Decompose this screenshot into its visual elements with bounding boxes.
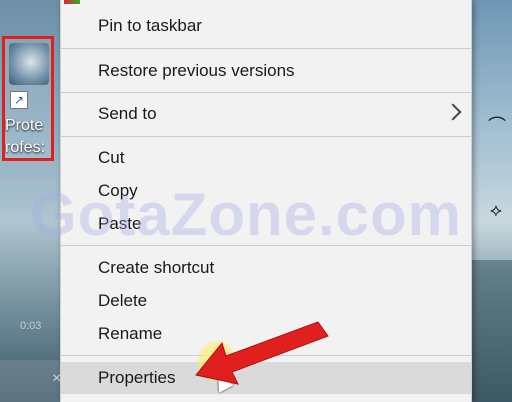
- annotation-arrow-icon: [195, 321, 329, 385]
